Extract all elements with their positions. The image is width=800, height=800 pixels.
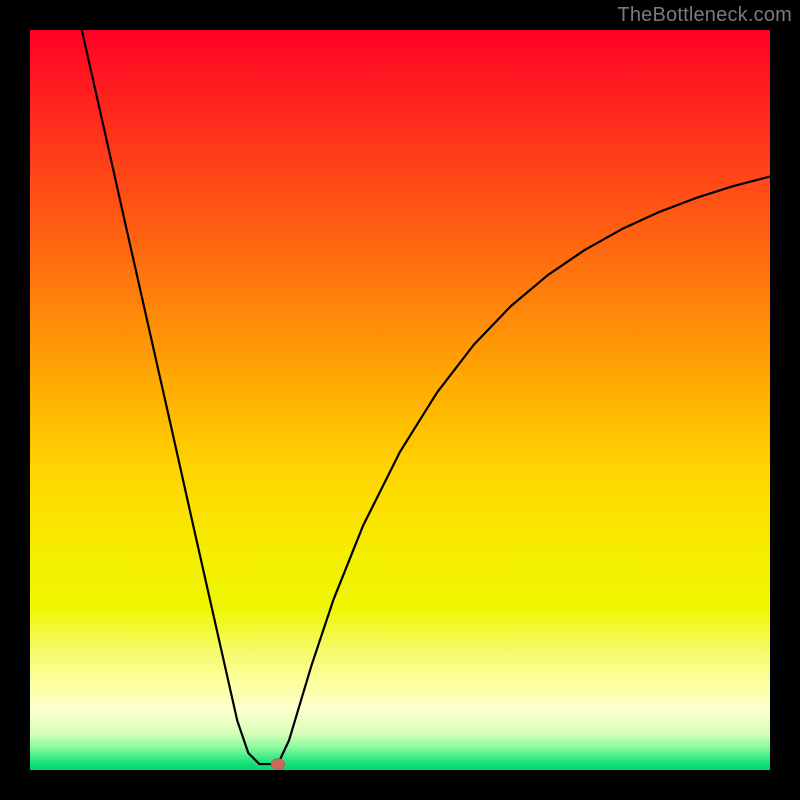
- watermark-text: TheBottleneck.com: [617, 4, 792, 27]
- curve-svg: [30, 30, 770, 770]
- plot-area: [30, 30, 770, 770]
- minimum-marker: [271, 759, 285, 770]
- chart-frame: TheBottleneck.com: [0, 0, 800, 800]
- bottleneck-curve: [82, 30, 770, 764]
